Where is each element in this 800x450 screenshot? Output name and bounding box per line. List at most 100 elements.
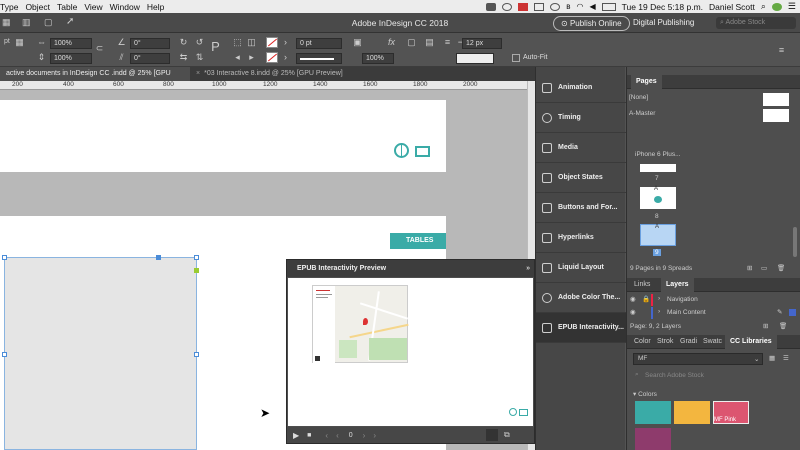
- rotate-ccw-icon[interactable]: ↺: [194, 37, 205, 48]
- eye-icon[interactable]: ◉: [630, 308, 636, 316]
- dock-liquid-layout[interactable]: Liquid Layout: [536, 253, 626, 283]
- menubar-user[interactable]: Daniel Scott: [709, 2, 755, 12]
- display-icon[interactable]: [534, 2, 545, 11]
- swatch-teal[interactable]: [635, 401, 671, 424]
- select-previous-icon[interactable]: ◂: [232, 52, 243, 63]
- stroke-none-swatch[interactable]: [266, 52, 278, 63]
- last-page-icon[interactable]: ›: [373, 431, 376, 440]
- workspace-switcher[interactable]: Digital Publishing: [633, 18, 694, 27]
- drop-shadow-icon[interactable]: ▢: [406, 37, 417, 48]
- size-field[interactable]: 12 px: [462, 38, 502, 49]
- none-master-thumb[interactable]: [763, 93, 789, 106]
- library-search-input[interactable]: ⌕ Search Adobe Stock: [633, 370, 793, 382]
- close-tab-icon[interactable]: ×: [196, 70, 200, 77]
- dock-buttons-forms[interactable]: Buttons and For...: [536, 193, 626, 223]
- menu-object[interactable]: Object: [25, 2, 57, 12]
- dropbox-icon[interactable]: [486, 2, 497, 11]
- next-page-icon[interactable]: ›: [363, 431, 366, 440]
- frame-handle[interactable]: [2, 255, 7, 260]
- pages-panel-title[interactable]: Pages: [631, 75, 662, 89]
- preview-document-icon[interactable]: ⧉: [504, 430, 510, 440]
- text-frame-options-icon[interactable]: ≡: [442, 37, 453, 48]
- preview-selection-icon[interactable]: [485, 429, 498, 441]
- opacity-field[interactable]: 100%: [362, 53, 394, 64]
- library-select[interactable]: MF ⌄: [633, 353, 763, 365]
- dock-object-states[interactable]: Object States: [536, 163, 626, 193]
- delete-page-icon[interactable]: 🗑: [777, 264, 785, 272]
- dock-hyperlinks[interactable]: Hyperlinks: [536, 223, 626, 253]
- first-page-icon[interactable]: ‹: [336, 431, 339, 440]
- notification-center-icon[interactable]: ☰: [788, 1, 796, 12]
- battery-icon[interactable]: [601, 2, 616, 11]
- page-thumb-8[interactable]: A: [640, 186, 676, 209]
- rotate-cw-icon[interactable]: ↻: [178, 37, 189, 48]
- previous-page-icon[interactable]: ‹: [325, 431, 328, 440]
- publish-online-button[interactable]: ⊙ Publish Online: [553, 16, 630, 31]
- a-master-label[interactable]: A-Master: [629, 110, 655, 117]
- scale-x-icon[interactable]: ⇔: [36, 37, 47, 48]
- dock-media[interactable]: Media: [536, 133, 626, 163]
- epub-preview-header[interactable]: EPUB Interactivity Preview »: [287, 260, 534, 277]
- menu-type[interactable]: Type: [0, 2, 25, 12]
- fill-dropdown-icon[interactable]: ›: [280, 37, 291, 48]
- tab-cc-libraries[interactable]: CC Libraries: [725, 335, 777, 349]
- epub-preview-viewport[interactable]: [288, 278, 533, 426]
- tab-interactive-document[interactable]: × *03 Interactive 8.indd @ 25% [GPU Previ…: [190, 67, 380, 81]
- expand-arrow-icon[interactable]: ›: [658, 308, 660, 315]
- delete-layer-icon[interactable]: 🗑: [779, 322, 787, 330]
- flip-vertical-icon[interactable]: ⇅: [194, 52, 205, 63]
- swatch-yellow[interactable]: [674, 401, 710, 424]
- bluetooth-icon[interactable]: ʙ: [566, 2, 570, 11]
- select-container-icon[interactable]: ⬚: [232, 37, 243, 48]
- app-status-icon[interactable]: [518, 2, 529, 11]
- frame-handle[interactable]: [156, 255, 161, 260]
- wifi-icon[interactable]: ◠: [576, 2, 583, 11]
- layer-row-navigation[interactable]: ◉ 🔒 › Navigation: [627, 294, 800, 306]
- a-master-thumb[interactable]: [763, 109, 789, 122]
- autofit-checkbox[interactable]: [512, 54, 520, 62]
- frame-handle[interactable]: [2, 352, 7, 357]
- time-machine-icon[interactable]: [550, 2, 561, 11]
- flip-horizontal-icon[interactable]: ⇆: [178, 52, 189, 63]
- stroke-dropdown-icon[interactable]: ›: [280, 52, 291, 63]
- menu-window[interactable]: Window: [110, 2, 147, 12]
- page-thumb-7[interactable]: [640, 164, 676, 172]
- type-on-path-icon[interactable]: P: [210, 40, 221, 53]
- scale-x-field[interactable]: 100%: [50, 38, 92, 49]
- new-page-icon[interactable]: ⊞: [747, 264, 752, 272]
- tab-active-document[interactable]: active documents in InDesign CC .indd @ …: [0, 67, 190, 91]
- volume-icon[interactable]: ◀: [589, 2, 595, 11]
- dock-epub-interactivity[interactable]: EPUB Interactivity...: [536, 313, 626, 343]
- play-icon[interactable]: ▶: [293, 431, 299, 440]
- none-master-label[interactable]: [None]: [629, 94, 648, 101]
- shear-icon[interactable]: ⫽: [116, 52, 127, 63]
- map-preview[interactable]: [312, 285, 409, 364]
- dock-adobe-color[interactable]: Adobe Color The...: [536, 283, 626, 313]
- frame-fitting-field[interactable]: [456, 53, 494, 64]
- menu-view[interactable]: View: [84, 2, 109, 12]
- scale-y-icon[interactable]: ⇕: [36, 52, 47, 63]
- fill-none-swatch[interactable]: [266, 37, 278, 48]
- tab-links[interactable]: Links: [629, 278, 655, 292]
- swatch-purple[interactable]: [635, 428, 671, 450]
- frame-handle[interactable]: [194, 352, 199, 357]
- stop-icon[interactable]: ■: [307, 432, 311, 439]
- select-next-icon[interactable]: ▸: [246, 52, 257, 63]
- menu-table[interactable]: Table: [57, 2, 84, 12]
- page-thumb-9[interactable]: A: [640, 224, 676, 246]
- grid-view-icon[interactable]: ▦: [769, 354, 775, 362]
- page-top[interactable]: [0, 100, 446, 172]
- layer-row-main-content[interactable]: ◉ › Main Content ✎: [627, 307, 800, 319]
- colors-section-label[interactable]: ▾ Colors: [633, 390, 657, 398]
- control-panel-menu-icon[interactable]: ≡: [776, 45, 787, 56]
- page-size-icon[interactable]: ▭: [761, 264, 767, 272]
- lock-icon[interactable]: 🔒: [642, 295, 650, 303]
- reference-point-icon[interactable]: ▦: [14, 37, 25, 48]
- text-wrap-icon[interactable]: ▤: [424, 37, 435, 48]
- collapse-panel-icon[interactable]: »: [526, 260, 530, 277]
- constrain-proportions-icon[interactable]: ⊂: [94, 43, 105, 54]
- pages-panel-header[interactable]: Pages: [627, 75, 800, 89]
- list-view-icon[interactable]: ☰: [783, 354, 789, 362]
- device-size-label[interactable]: iPhone 6 Plus...: [635, 151, 681, 158]
- new-layer-icon[interactable]: ⊞: [763, 322, 768, 330]
